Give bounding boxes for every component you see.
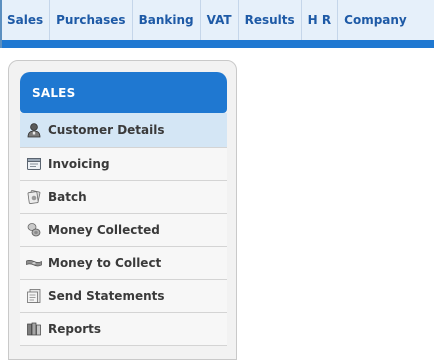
sidebar-item-money-collected[interactable]: Money Collected <box>20 214 227 247</box>
reports-icon <box>26 321 42 337</box>
coins-icon <box>26 222 42 238</box>
tab-company[interactable]: Company <box>338 0 413 40</box>
sidebar-item-label: Money Collected <box>48 223 160 237</box>
sidebar-item-customer-details[interactable]: Customer Details <box>20 113 227 148</box>
tab-vat[interactable]: VAT <box>201 0 239 40</box>
sidebar-panel: SALES Customer Details Invoicing Batch M… <box>8 60 237 360</box>
banknote-icon <box>26 255 42 271</box>
sidebar-item-reports[interactable]: Reports <box>20 313 227 346</box>
tab-sales[interactable]: Sales <box>2 0 51 40</box>
sidebar-item-label: Money to Collect <box>48 256 162 270</box>
sidebar-item-label: Send Statements <box>48 289 165 303</box>
statement-icon <box>26 288 42 304</box>
invoice-icon <box>26 156 42 172</box>
tab-purchases[interactable]: Purchases <box>50 0 133 40</box>
sidebar-item-send-statements[interactable]: Send Statements <box>20 280 227 313</box>
sidebar-item-label: Invoicing <box>48 157 110 171</box>
person-icon <box>26 122 42 138</box>
sidebar-item-label: Reports <box>48 322 102 336</box>
nav-tabs: Sales Purchases Banking VAT Results H R … <box>2 0 434 40</box>
sidebar-item-money-to-collect[interactable]: Money to Collect <box>20 247 227 280</box>
sidebar-item-batch[interactable]: Batch <box>20 181 227 214</box>
sidebar-item-label: Customer Details <box>48 123 165 137</box>
sidebar-header-label: SALES <box>32 85 76 100</box>
tab-hr[interactable]: H R <box>302 0 339 40</box>
nav-accent-bar <box>2 40 434 48</box>
sidebar-header: SALES <box>20 72 227 113</box>
sidebar-menu: Customer Details Invoicing Batch Money C… <box>20 113 227 346</box>
tab-results[interactable]: Results <box>239 0 302 40</box>
sidebar-item-label: Batch <box>48 190 87 204</box>
top-navigation: Sales Purchases Banking VAT Results H R … <box>0 0 434 48</box>
sidebar-item-invoicing[interactable]: Invoicing <box>20 148 227 181</box>
tab-banking[interactable]: Banking <box>133 0 201 40</box>
batch-icon <box>26 189 42 205</box>
